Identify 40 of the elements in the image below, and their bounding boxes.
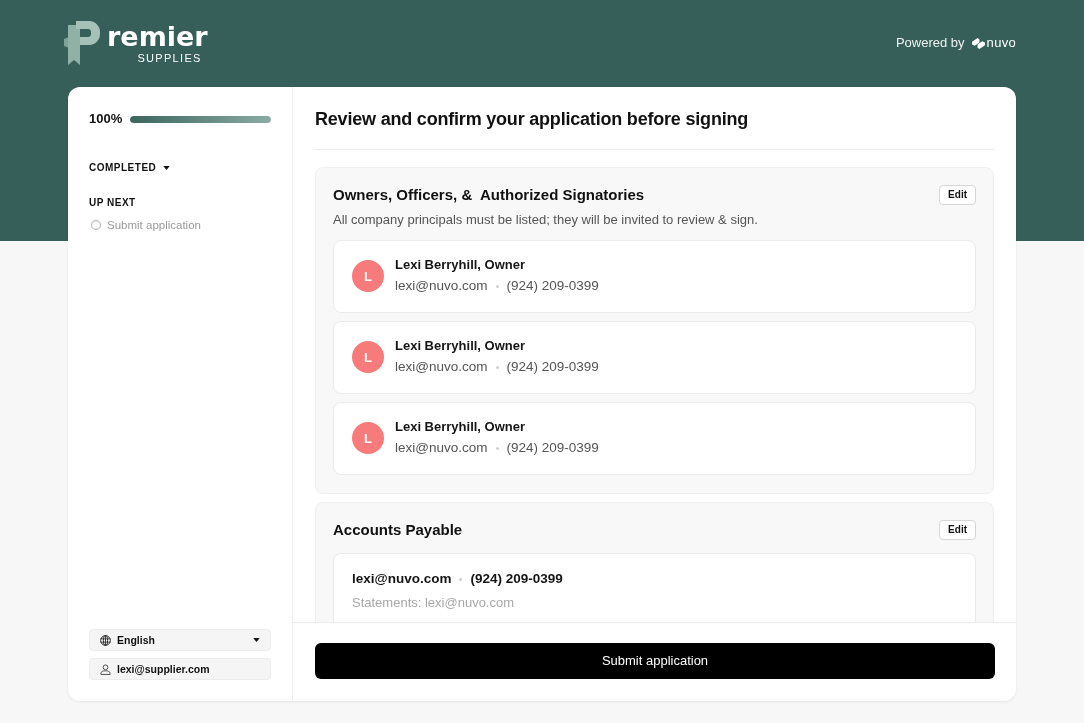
caret-icon [253,638,260,642]
contact-email: lexi@nuvo.com [395,277,488,295]
separator-dot-icon [495,446,499,450]
globe-icon [100,634,111,646]
avatar: L [352,260,384,292]
nuvo-logo-icon [971,37,985,49]
avatar: L [352,341,384,373]
logo-wordmark: remier [107,22,208,52]
language-select[interactable]: English [89,629,271,651]
powered-by-label: Powered by [895,35,965,51]
completed-dropdown[interactable]: COMPLETED [89,160,171,176]
avatar: L [352,422,384,454]
payable-phone: (924) 209-0399 [470,570,563,588]
brand-name: nuvo [986,35,1016,51]
separator-dot-icon [459,577,463,581]
edit-button[interactable]: Edit [939,520,976,540]
account-field[interactable]: lexi@supplier.com [89,658,271,680]
separator-dot-icon [495,365,499,369]
submit-button[interactable]: Submit application [315,643,995,679]
contact-name: Lexi Berryhill, Owner [395,337,527,355]
contact-email: lexi@nuvo.com [395,439,488,457]
contact-name: Lexi Berryhill, Owner [395,418,527,436]
page-title: Review and confirm your application before signing [315,108,750,131]
section-title: Accounts Payable [333,521,463,539]
section-title: Owners, Officers, & Authorized Signatories [333,186,645,204]
logo-mark-icon [64,21,100,65]
contact-email: lexi@nuvo.com [395,358,488,376]
separator-dot-icon [495,284,499,288]
contact-phone: (924) 209-0399 [506,439,599,457]
logo-tagline: SUPPLIES [137,52,202,64]
user-icon [100,663,111,675]
payable-email: lexi@nuvo.com [352,570,452,588]
edit-button[interactable]: Edit [939,185,976,205]
statements-note: Statements: lexi@nuvo.com [352,594,515,612]
section-description: All company principals must be listed; they will be invited to review & sign. [333,211,759,229]
section-label: UP NEXT [89,196,136,210]
contact-name: Lexi Berryhill, Owner [395,256,527,274]
contact-phone: (924) 209-0399 [506,277,599,295]
progress-percent: 100% [89,110,123,128]
contact-phone: (924) 209-0399 [506,358,599,376]
